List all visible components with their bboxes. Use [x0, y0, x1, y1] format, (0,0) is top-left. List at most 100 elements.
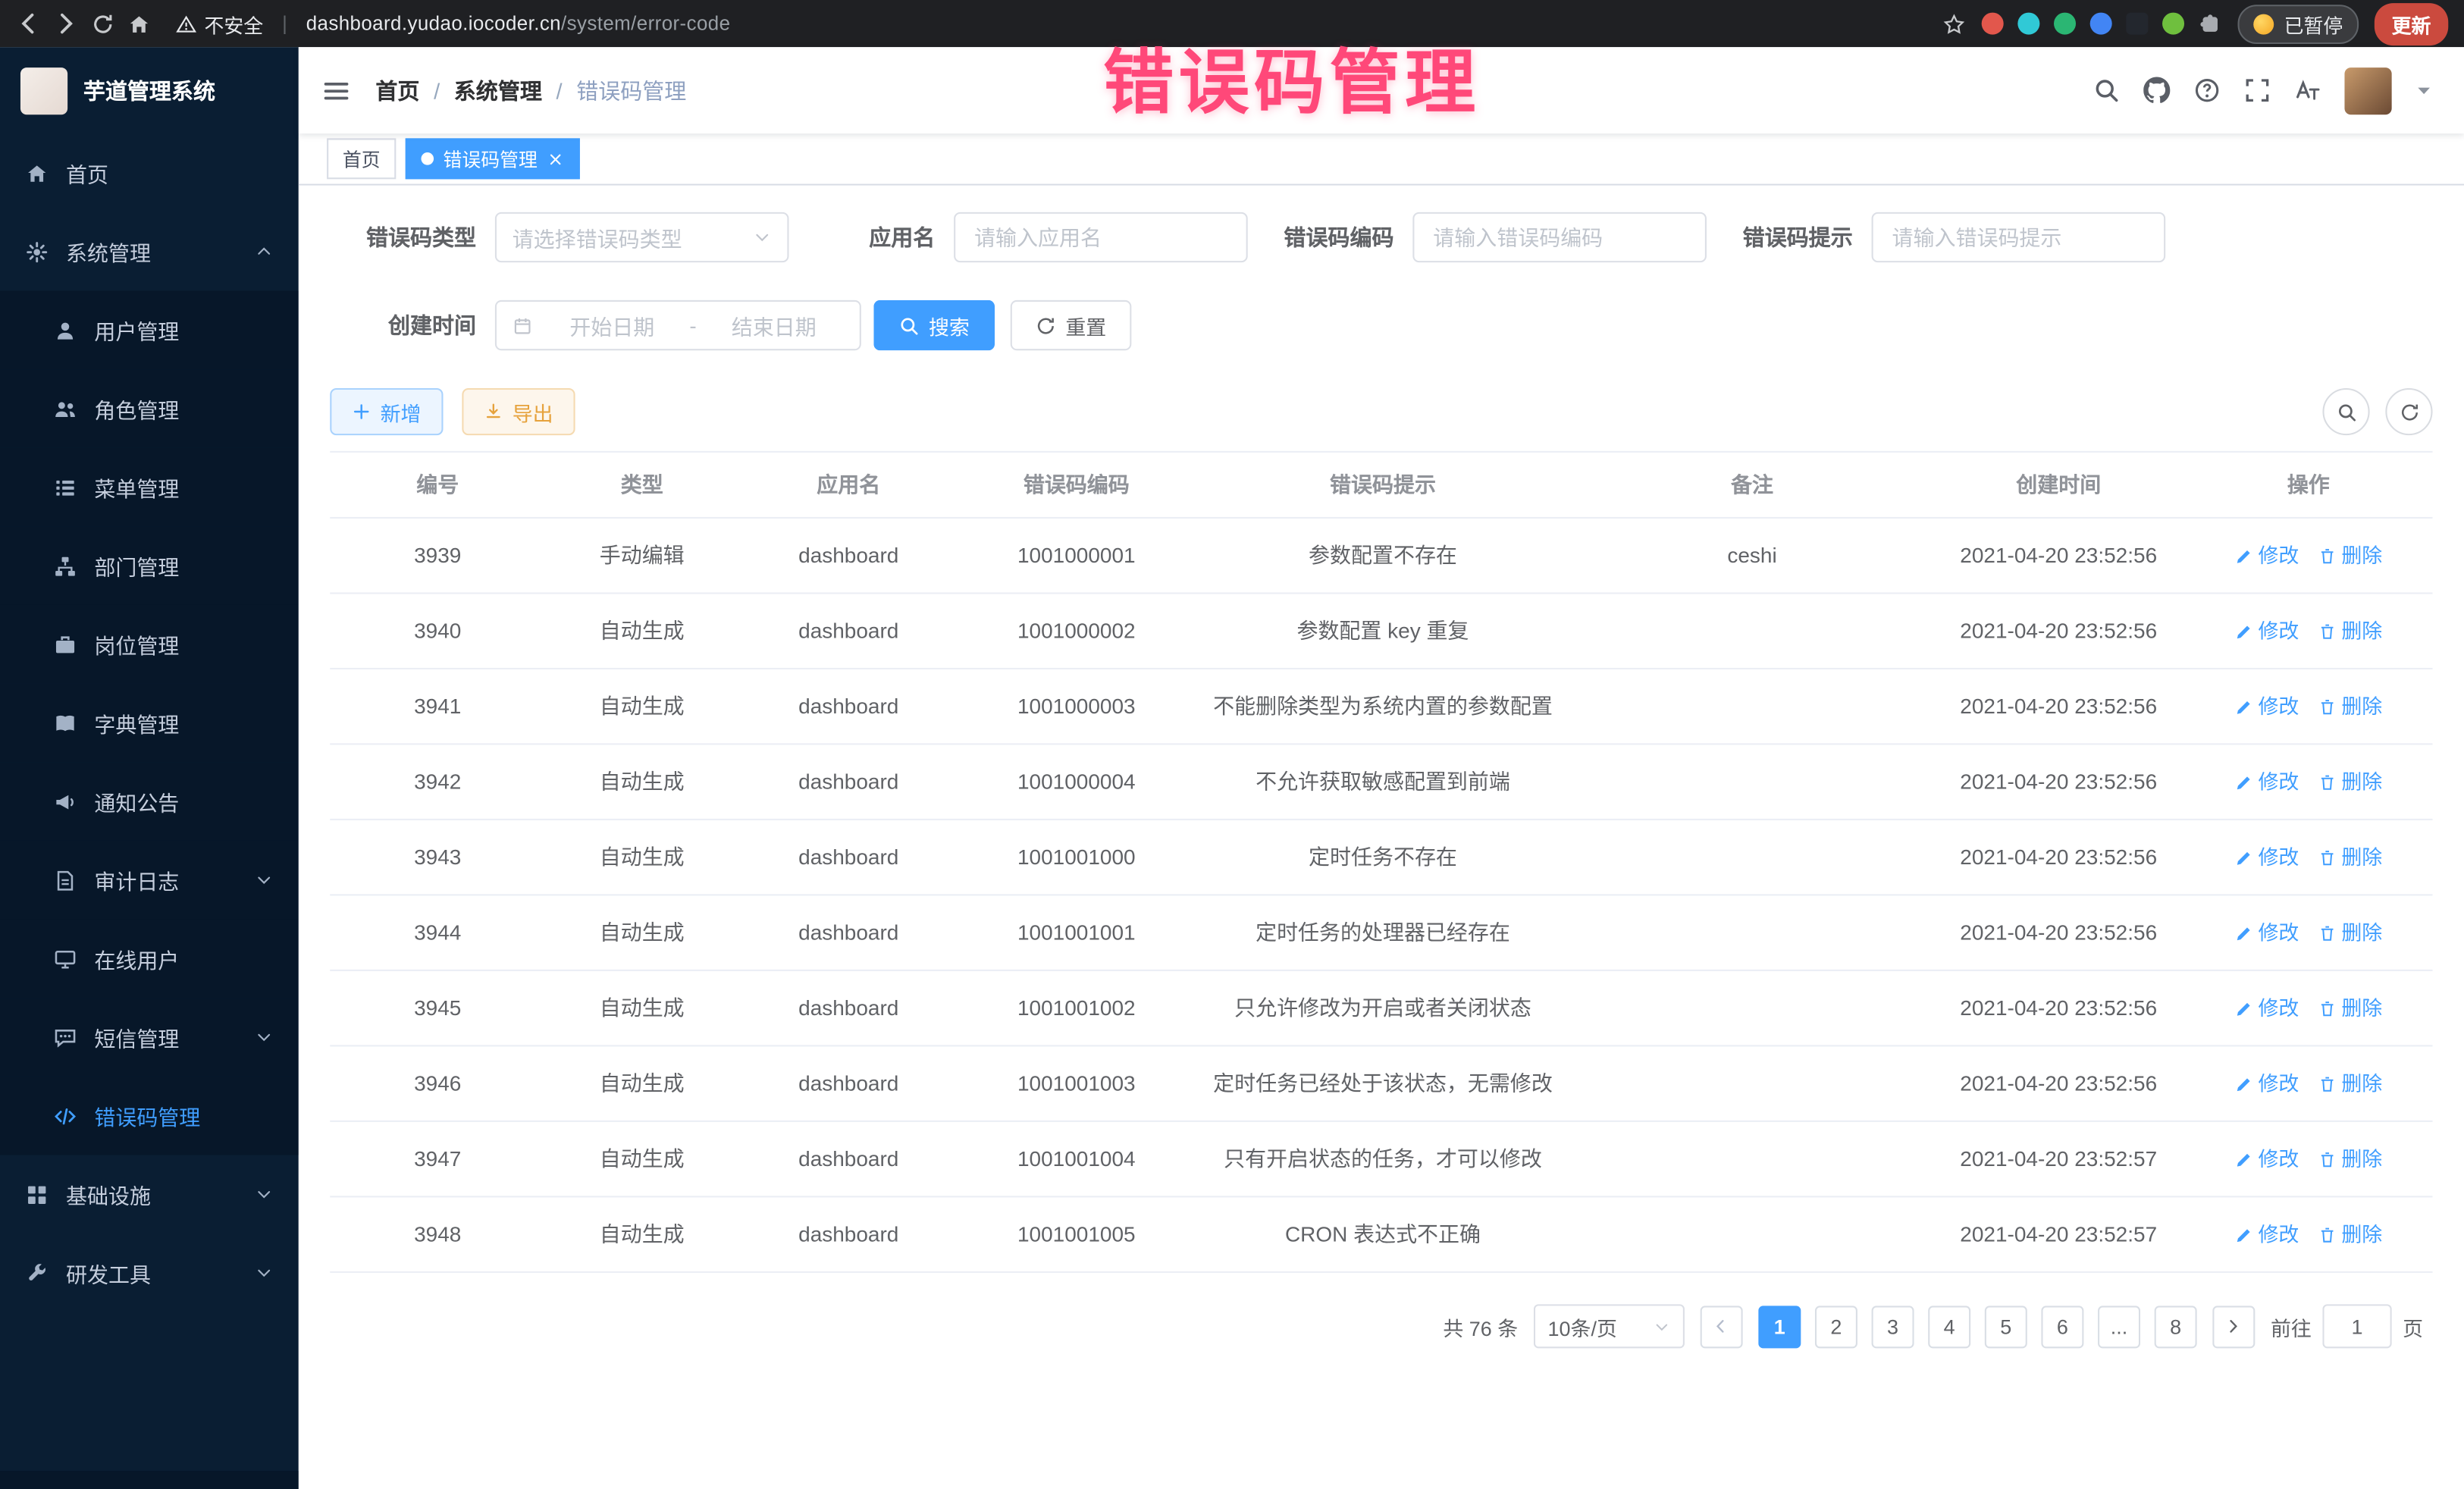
dark-extension-icon[interactable]: [2127, 13, 2149, 35]
close-icon[interactable]: [547, 150, 564, 168]
sidebar-item-user[interactable]: 用户管理: [0, 290, 299, 369]
filter-form-row-2: 创建时间 开始日期 - 结束日期 搜索 重置: [330, 300, 2432, 350]
hamburger-icon[interactable]: [322, 77, 350, 105]
page-button-5[interactable]: 5: [1985, 1305, 2027, 1347]
edit-button[interactable]: 修改: [2234, 766, 2299, 796]
page-button-2[interactable]: 2: [1815, 1305, 1857, 1347]
delete-button[interactable]: 删除: [2318, 766, 2382, 796]
tab-active[interactable]: 错误码管理: [406, 138, 580, 179]
paused-badge[interactable]: 已暂停: [2238, 4, 2359, 43]
green-extension-icon[interactable]: [2055, 13, 2077, 35]
sidebar-item-menu[interactable]: 菜单管理: [0, 448, 299, 527]
reset-button[interactable]: 重置: [1011, 300, 1132, 350]
font-size-icon[interactable]: [2294, 77, 2321, 104]
page-button-4[interactable]: 4: [1928, 1305, 1970, 1347]
browser-update-button[interactable]: 更新: [2375, 2, 2448, 45]
sidebar-item-label: 通知公告: [94, 785, 273, 817]
prev-page-button[interactable]: [1701, 1305, 1743, 1347]
search-button[interactable]: 搜索: [873, 300, 995, 350]
sidebar-item-label: 系统管理: [66, 236, 237, 267]
edit-button[interactable]: 修改: [2234, 616, 2299, 645]
delete-button[interactable]: 删除: [2318, 616, 2382, 645]
blue-extension-icon[interactable]: [2091, 13, 2113, 35]
error-message-input[interactable]: [1872, 212, 2166, 262]
page-button-6[interactable]: 6: [2041, 1305, 2083, 1347]
edit-button[interactable]: 修改: [2234, 1219, 2299, 1249]
browser-back-icon[interactable]: [16, 11, 41, 36]
cell-created: 2021-04-20 23:52:56: [1933, 971, 2184, 1045]
delete-button[interactable]: 删除: [2318, 917, 2382, 947]
page-button-3[interactable]: 3: [1872, 1305, 1914, 1347]
error-code-input[interactable]: [1412, 212, 1707, 262]
next-page-button[interactable]: [2212, 1305, 2255, 1347]
delete-button[interactable]: 删除: [2318, 842, 2382, 872]
cell-code: 1001000001: [958, 519, 1194, 592]
edit-button-label: 修改: [2258, 1219, 2299, 1249]
breadcrumb-item[interactable]: 首页: [375, 74, 419, 105]
delete-button[interactable]: 删除: [2318, 1144, 2382, 1174]
app-name-input[interactable]: [954, 212, 1248, 262]
delete-button[interactable]: 删除: [2318, 541, 2382, 570]
delete-button[interactable]: 删除: [2318, 1219, 2382, 1249]
cell-message: 不允许获取敏感配置到前端: [1194, 744, 1571, 818]
sidebar-item-label: 字典管理: [94, 707, 273, 738]
security-chip[interactable]: 不安全: [176, 8, 263, 38]
edit-button[interactable]: 修改: [2234, 917, 2299, 947]
edit-button[interactable]: 修改: [2234, 1068, 2299, 1098]
create-time-range-picker[interactable]: 开始日期 - 结束日期: [495, 300, 861, 350]
sidebar-item-infrastructure[interactable]: 基础设施: [0, 1155, 299, 1234]
sidebar-item-error-code[interactable]: 错误码管理: [0, 1077, 299, 1155]
leaf-extension-icon[interactable]: [2163, 13, 2185, 35]
breadcrumb-item[interactable]: 系统管理: [454, 74, 542, 105]
cell-message: 参数配置 key 重复: [1194, 594, 1571, 667]
page-button-1[interactable]: 1: [1758, 1305, 1801, 1347]
delete-button[interactable]: 删除: [2318, 1068, 2382, 1098]
user-avatar[interactable]: [2344, 67, 2391, 114]
edit-button[interactable]: 修改: [2234, 541, 2299, 570]
github-icon[interactable]: [2143, 77, 2170, 104]
error-type-select[interactable]: 请选择错误码类型: [495, 212, 789, 262]
address-url[interactable]: dashboard.yudao.iocoder.cn/system/error-…: [306, 13, 731, 35]
page-ellipsis[interactable]: ...: [2098, 1305, 2140, 1347]
edit-button[interactable]: 修改: [2234, 691, 2299, 721]
refresh-table-button[interactable]: [2385, 388, 2432, 435]
sidebar-item-dict[interactable]: 字典管理: [0, 684, 299, 763]
red-extension-icon[interactable]: [1983, 13, 2005, 35]
sidebar-item-audit-log[interactable]: 审计日志: [0, 841, 299, 920]
sidebar-item-post[interactable]: 岗位管理: [0, 605, 299, 684]
edit-button[interactable]: 修改: [2234, 993, 2299, 1023]
search-icon[interactable]: [2093, 77, 2120, 104]
page-button-8[interactable]: 8: [2155, 1305, 2197, 1347]
sidebar-item-notice[interactable]: 通知公告: [0, 762, 299, 841]
sidebar-item-dev-tools[interactable]: 研发工具: [0, 1234, 299, 1312]
add-button[interactable]: 新增: [330, 388, 443, 435]
sidebar-item-dept[interactable]: 部门管理: [0, 526, 299, 605]
page-size-select[interactable]: 10条/页: [1534, 1304, 1685, 1348]
caret-down-icon[interactable]: [2415, 82, 2433, 99]
browser-forward-icon[interactable]: [53, 11, 78, 36]
browser-home-icon[interactable]: [127, 12, 151, 36]
sidebar-item-online-user[interactable]: 在线用户: [0, 920, 299, 998]
tab-item[interactable]: 首页: [327, 138, 396, 179]
teal-extension-icon[interactable]: [2018, 13, 2040, 35]
delete-button[interactable]: 删除: [2318, 691, 2382, 721]
delete-button[interactable]: 删除: [2318, 993, 2382, 1023]
puzzle-extension-icon[interactable]: [2199, 12, 2223, 36]
edit-button[interactable]: 修改: [2234, 1144, 2299, 1174]
edit-icon: [2234, 923, 2253, 942]
sidebar-item-system[interactable]: 系统管理: [0, 212, 299, 291]
browser-reload-icon[interactable]: [91, 12, 114, 36]
sidebar-item-home[interactable]: 首页: [0, 133, 299, 212]
app-logo-row[interactable]: 芋道管理系统: [0, 47, 299, 133]
sidebar-item-role[interactable]: 角色管理: [0, 369, 299, 448]
sidebar-item-sms[interactable]: 短信管理: [0, 998, 299, 1077]
cell-created: 2021-04-20 23:52:56: [1933, 594, 2184, 667]
export-button[interactable]: 导出: [462, 388, 575, 435]
bookmark-star-icon[interactable]: [1943, 12, 1967, 36]
fullscreen-icon[interactable]: [2244, 77, 2271, 104]
goto-page-input[interactable]: [2322, 1304, 2391, 1348]
table-row: 3940自动生成dashboard1001000002参数配置 key 重复20…: [330, 594, 2432, 669]
edit-button[interactable]: 修改: [2234, 842, 2299, 872]
help-icon[interactable]: [2193, 77, 2220, 104]
toggle-search-button[interactable]: [2322, 388, 2369, 435]
